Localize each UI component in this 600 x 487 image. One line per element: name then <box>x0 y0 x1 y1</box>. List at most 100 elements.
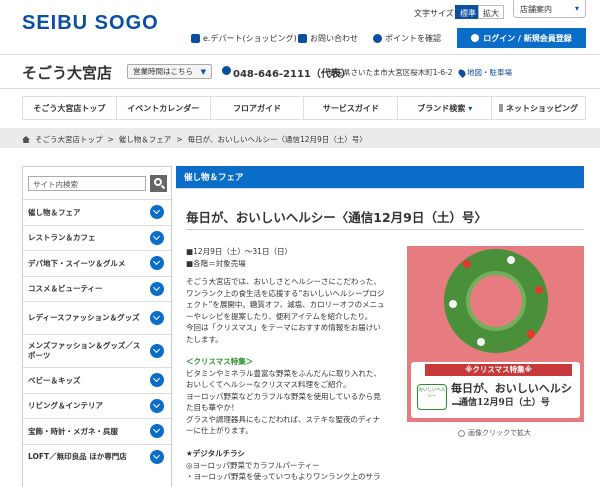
event-period: ■12月9日（土）～31日（日） <box>186 247 292 256</box>
breadcrumb-sep: > <box>107 135 114 144</box>
chevron-down-icon <box>150 398 164 413</box>
point-icon <box>373 34 382 43</box>
xmas-paragraph: ビタミンやミネラル豊富な野菜をふんだんに取り入れた、 おいしくてヘルシーなクリス… <box>186 368 398 437</box>
breadcrumb-home[interactable]: そごう大宮店トップ <box>35 134 103 145</box>
hours-dropdown[interactable]: 営業時間はこちら ▼ <box>127 64 212 79</box>
chevron-down-icon: ▼ <box>200 67 206 76</box>
chevron-down-icon <box>150 449 164 464</box>
user-icon <box>471 34 480 42</box>
breadcrumb: そごう大宮店トップ > 催し物＆フェア > 毎日が、おいしいヘルシー〈通信12月… <box>22 134 367 145</box>
chevron-down-icon: ▾ <box>574 4 579 13</box>
digital-list: ◎ヨーロッパ野菜でカラフルパーティー ・ヨーロッパ野菜を使っていつもよりワンラン… <box>186 460 406 483</box>
magnifier-icon <box>458 429 465 437</box>
phone-icon <box>222 66 231 75</box>
text-line: ワンランク上の食生活を応援する“おいしいヘルシープロジ <box>186 288 385 298</box>
sidebar-item-label: LOFT／無印良品 ほか専門店 <box>28 452 127 462</box>
sidebar-item-label: レディースファッション＆グッズ <box>28 313 140 322</box>
xmas-heading: ＜クリスマス特集＞ <box>186 357 254 366</box>
banner-subtitle: 通信12月9日（土）号 <box>459 398 550 408</box>
divider <box>176 188 584 189</box>
gnav-floor-guide[interactable]: フロアガイド <box>211 97 305 119</box>
gnav-net-shopping[interactable]: ネットショッピング <box>492 97 586 119</box>
intro-paragraph: そごう大宮店では、おいしさとヘルシーさにこだわった、 ワンランク上の食生活を応援… <box>186 276 398 345</box>
sidebar-item-label: 宝飾・時計・メガネ・呉服 <box>28 426 118 436</box>
text-line: ーに仕上がります。 <box>186 426 253 435</box>
divider <box>0 88 600 89</box>
points-label: ポイントを確認 <box>385 34 441 43</box>
global-nav: そごう大宮店トップ イベントカレンダー フロアガイド サービスガイド ブランド検… <box>22 96 586 120</box>
gnav-service-guide[interactable]: サービスガイド <box>304 97 399 119</box>
chevron-down-icon <box>150 205 164 220</box>
store-info-dropdown[interactable]: 店舗案内 ▾ <box>513 0 586 18</box>
hours-label: 営業時間はこちら <box>133 67 193 76</box>
home-icon <box>22 136 30 143</box>
text-line: ーやレシピを提案したり、便利アイテムを紹介したり。 <box>186 311 373 321</box>
sidebar-item-baby[interactable]: ベビー＆キッズ <box>23 367 171 393</box>
decoration <box>535 286 543 294</box>
zoom-hint: 画像クリックで拡大 <box>458 428 531 438</box>
sidebar-item-label: 催し物＆フェア <box>28 207 81 217</box>
digital-heading: ★デジタルチラシ <box>186 449 245 458</box>
decoration <box>463 260 471 268</box>
text-line: 今回は「クリスマス」をテーマにおすすめ情報をお届けい <box>186 323 381 332</box>
text-line: たします。 <box>186 334 223 344</box>
sidebar-item-living[interactable]: リビング＆インテリア <box>23 392 171 419</box>
chevron-down-icon: ▾ <box>468 103 473 113</box>
sidebar-item-ladies[interactable]: レディースファッション＆グッズ <box>23 301 171 334</box>
shop-logo-icon <box>499 104 504 112</box>
sidebar-list: 催し物＆フェア レストラン＆カフェ デパ地下・スイーツ＆グルメ コスメ＆ビューテ… <box>23 199 171 469</box>
list-item: ◎ヨーロッパ野菜でカラフルパーティー <box>186 460 320 470</box>
healthy-logo: おいしいヘルシー <box>417 384 447 410</box>
sidebar-item-label: リビング＆インテリア <box>28 401 103 411</box>
map-link[interactable]: 地図・駐車場 <box>457 67 512 78</box>
sidebar-item-label: メンズファッション＆グッズ／スポーツ <box>28 341 141 360</box>
sidebar: サイト内検索 催し物＆フェア レストラン＆カフェ デパ地下・スイーツ＆グルメ コ… <box>22 166 172 487</box>
sidebar-item-label: ベビー＆キッズ <box>28 375 81 385</box>
font-size-large-button[interactable]: 拡大 <box>478 5 504 19</box>
sidebar-item-events[interactable]: 催し物＆フェア <box>23 199 171 225</box>
site-search-input[interactable]: サイト内検索 <box>28 176 146 191</box>
map-pin-icon <box>457 67 467 78</box>
banner-ribbon: ※クリスマス特集※ <box>425 364 572 376</box>
edepart-link[interactable]: e.デパート(ショッピング) <box>191 33 297 44</box>
chevron-down-icon <box>150 344 164 358</box>
contact-label: お問い合わせ <box>310 34 358 43</box>
sidebar-item-mens[interactable]: メンズファッション＆グッズ／スポーツ <box>23 334 171 367</box>
contact-link[interactable]: お問い合わせ <box>298 33 358 44</box>
gnav-brand-search[interactable]: ブランド検索 ▾ <box>398 97 493 119</box>
chevron-down-icon <box>150 230 164 245</box>
sidebar-item-loft[interactable]: LOFT／無印良品 ほか専門店 <box>23 443 171 470</box>
text-line: おいしくてヘルシーなクリスマス料理をご紹介。 <box>186 380 351 389</box>
banner-text-panel: ※クリスマス特集※ おいしいヘルシー 毎日が、おいしいヘルシー 通信12月9日（… <box>411 362 580 418</box>
site-logo[interactable]: SEIBU SOGO <box>22 12 159 35</box>
gnav-label: ブランド検索 <box>417 103 466 113</box>
gnav-store-top[interactable]: そごう大宮店トップ <box>22 97 117 119</box>
search-button[interactable] <box>150 175 167 192</box>
sidebar-item-jewelry[interactable]: 宝飾・時計・メガネ・呉服 <box>23 418 171 444</box>
gnav-label: そごう大宮店トップ <box>33 103 106 113</box>
text-line: グラスや調理器具にもこだわれば、ステキな聖夜のディナ <box>186 414 380 424</box>
font-size-label: 文字サイズ <box>414 9 454 18</box>
text-line: ェクト”を展開中。糖質オフ、減塩、カロリーオフのメニュ <box>186 300 385 309</box>
login-button[interactable]: ログイン / 新規会員登録 <box>457 28 586 48</box>
mail-icon <box>298 34 307 43</box>
divider <box>0 54 600 55</box>
cart-icon <box>191 34 200 43</box>
sidebar-item-restaurant[interactable]: レストラン＆カフェ <box>23 224 171 251</box>
gnav-event-calendar[interactable]: イベントカレンダー <box>117 97 211 119</box>
sidebar-item-cosme[interactable]: コスメ＆ビューティー <box>23 275 171 302</box>
points-link[interactable]: ポイントを確認 <box>373 33 441 44</box>
store-name: そごう大宮店 <box>22 64 113 82</box>
gnav-label: イベントカレンダー <box>127 103 200 113</box>
decoration <box>527 330 535 338</box>
breadcrumb-category[interactable]: 催し物＆フェア <box>119 134 172 145</box>
gnav-label: ネットショッピング <box>506 103 579 113</box>
chevron-down-icon <box>150 311 164 325</box>
chevron-down-icon <box>150 281 164 296</box>
feature-banner-image[interactable]: ※クリスマス特集※ おいしいヘルシー 毎日が、おいしいヘルシー 通信12月9日（… <box>407 246 584 422</box>
sidebar-item-food[interactable]: デパ地下・スイーツ＆グルメ <box>23 250 171 276</box>
chevron-down-icon <box>150 424 164 439</box>
sidebar-item-label: デパ地下・スイーツ＆グルメ <box>28 258 126 268</box>
chevron-down-icon <box>150 256 164 271</box>
decoration <box>449 300 457 308</box>
